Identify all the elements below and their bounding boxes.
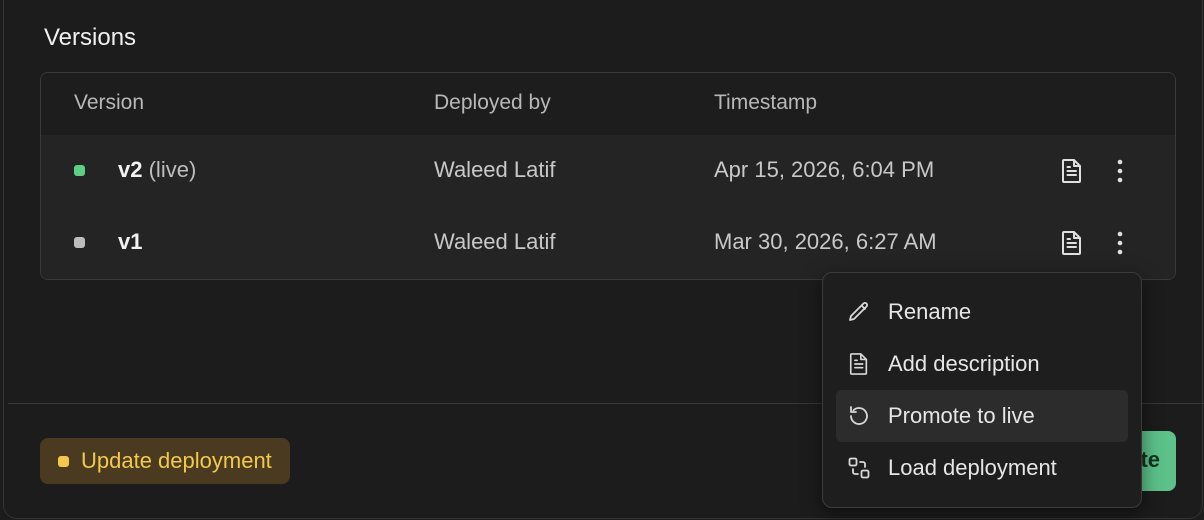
versions-table: Version Deployed by Timestamp v2 (live) … [40, 72, 1176, 280]
version-name: v2 (live) [118, 157, 196, 183]
deployed-by: Waleed Latif [434, 157, 556, 182]
load-icon [846, 455, 872, 481]
update-deployment-label: Update deployment [81, 448, 272, 473]
menu-item-load-deployment[interactable]: Load deployment [836, 442, 1128, 494]
document-icon[interactable] [1058, 229, 1086, 257]
more-vertical-icon[interactable] [1106, 229, 1134, 257]
status-dot-live [74, 165, 85, 176]
live-tag: (live) [148, 157, 197, 182]
more-vertical-icon[interactable] [1106, 157, 1134, 185]
primary-action-label: te [1140, 447, 1160, 472]
status-dot-pending [58, 455, 69, 467]
pencil-icon [846, 299, 872, 325]
document-icon[interactable] [1058, 157, 1086, 185]
timestamp: Mar 30, 2026, 6:27 AM [714, 229, 937, 254]
document-icon [846, 351, 872, 377]
rotate-ccw-icon [846, 403, 872, 429]
header-timestamp: Timestamp [714, 91, 818, 114]
menu-item-add-description[interactable]: Add description [836, 338, 1128, 390]
version-label: v2 [118, 157, 143, 182]
deployed-by: Waleed Latif [434, 229, 556, 254]
version-name: v1 [118, 229, 143, 254]
menu-item-promote-to-live[interactable]: Promote to live [836, 390, 1128, 442]
menu-label: Promote to live [888, 403, 1035, 428]
timestamp: Apr 15, 2026, 6:04 PM [714, 157, 935, 182]
table-row[interactable]: v2 (live) Waleed Latif Apr 15, 2026, 6:0… [41, 135, 1175, 207]
table-header: Version Deployed by Timestamp [41, 73, 1175, 135]
menu-label: Add description [888, 351, 1040, 376]
update-deployment-badge[interactable]: Update deployment [40, 438, 290, 484]
versions-panel: Versions Version Deployed by Timestamp v… [3, 0, 1204, 519]
header-version: Version [74, 91, 145, 114]
menu-item-rename[interactable]: Rename [836, 286, 1128, 338]
status-dot [74, 237, 85, 248]
section-title: Versions [44, 24, 137, 51]
menu-label: Rename [888, 299, 972, 324]
table-row[interactable]: v1 Waleed Latif Mar 30, 2026, 6:27 AM [41, 207, 1175, 279]
version-context-menu: Rename Add description Promote to live L… [822, 272, 1142, 508]
menu-label: Load deployment [888, 455, 1057, 480]
header-deployed-by: Deployed by [434, 91, 551, 114]
